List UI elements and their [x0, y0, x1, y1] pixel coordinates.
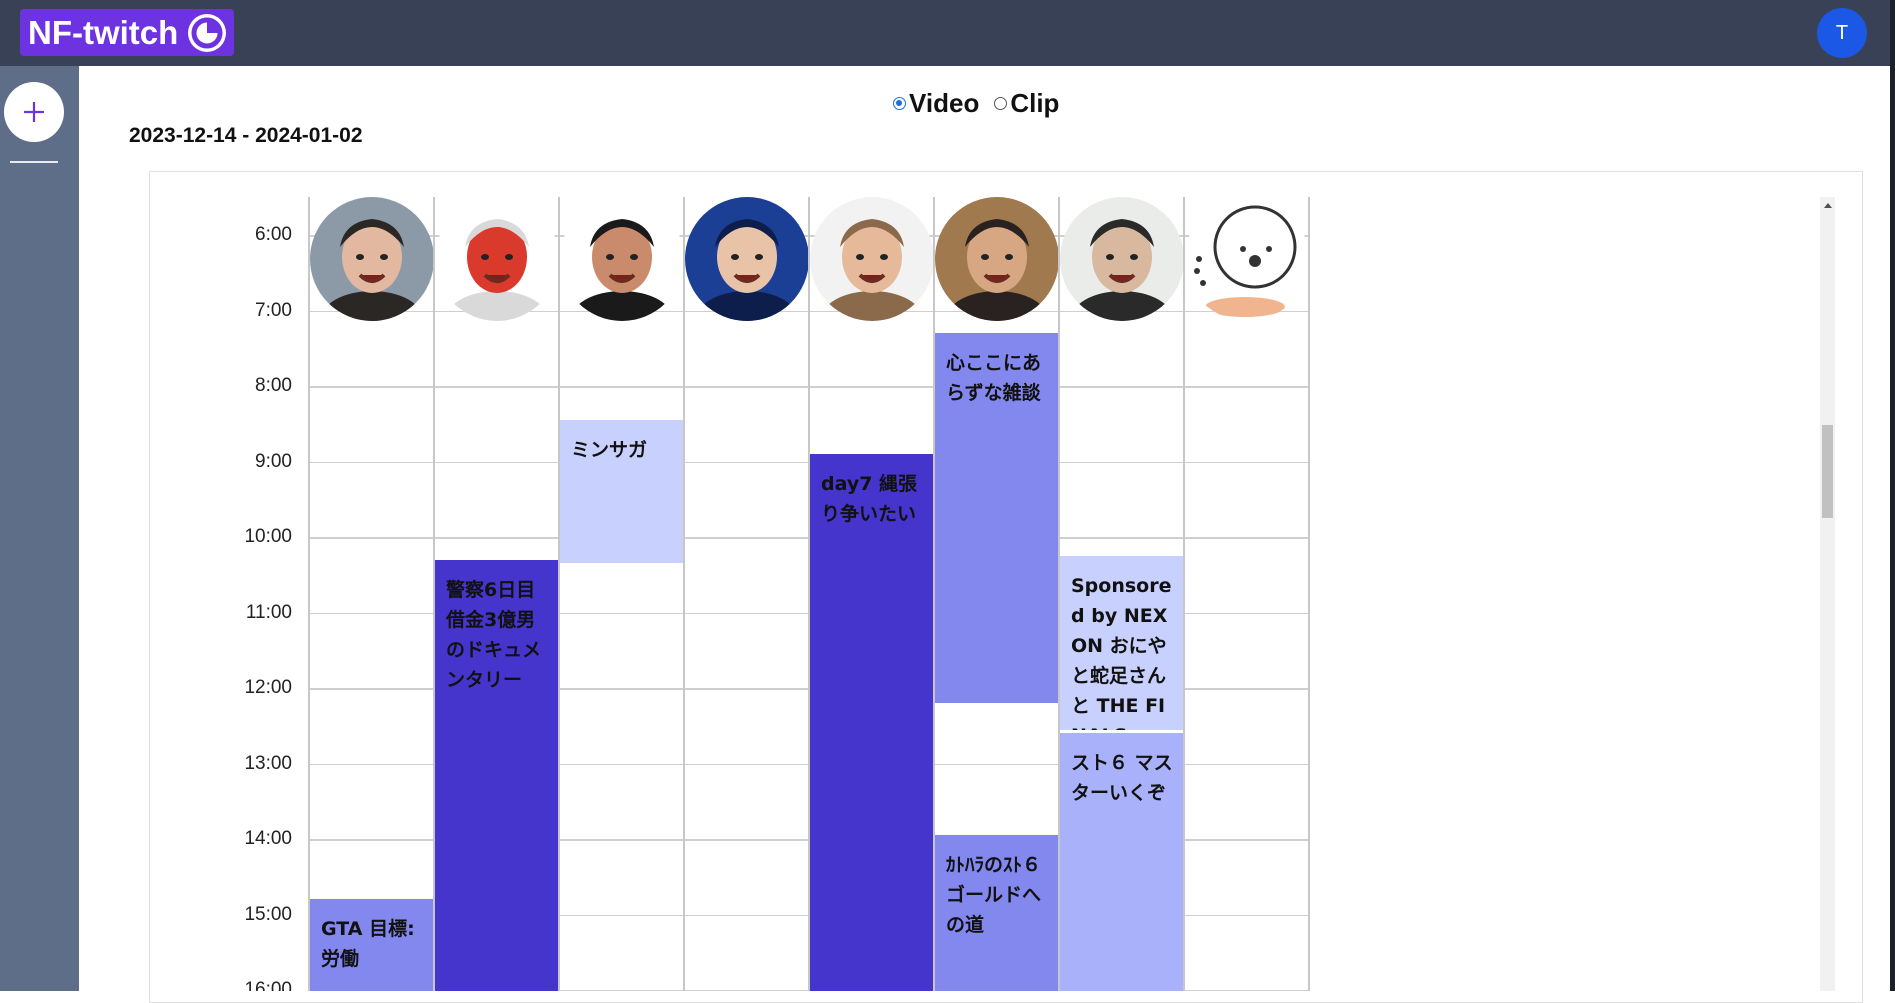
- video-radio-option[interactable]: Video: [893, 88, 979, 119]
- clip-radio-option[interactable]: Clip: [994, 88, 1059, 119]
- clip-label: Clip: [1010, 88, 1060, 118]
- window-edge: [1890, 0, 1895, 991]
- streamer-avatar[interactable]: [685, 197, 809, 321]
- stream-event-title: ｶﾄﾊﾗのｽﾄ６ゴールドへの道: [946, 854, 1042, 937]
- column-divider: [558, 197, 560, 991]
- stream-event-title: 心ここにあらずな雑談: [946, 352, 1042, 405]
- column-divider: [308, 197, 310, 991]
- streamer-avatar[interactable]: [810, 197, 934, 321]
- stream-event-title: GTA 目標: 労働: [321, 918, 415, 971]
- time-label: 11:00: [245, 601, 292, 623]
- stream-event[interactable]: day7 縄張り争いたい: [810, 453, 934, 991]
- scrollbar[interactable]: [1820, 197, 1835, 991]
- stream-event-title: day7 縄張り争いたい: [821, 472, 918, 525]
- top-bar: NF-twitch T: [0, 0, 1895, 66]
- stream-event[interactable]: Sponsored by NEXON おにやと蛇足さんと THE FINALS: [1060, 555, 1184, 730]
- time-label: 13:00: [244, 752, 292, 774]
- stream-event[interactable]: ミンサガ: [560, 419, 684, 564]
- streamer-avatar[interactable]: [1060, 197, 1184, 321]
- sidebar: [0, 66, 79, 991]
- stream-event[interactable]: 心ここにあらずな雑談: [935, 333, 1059, 704]
- time-label: 9:00: [255, 450, 292, 472]
- stream-event[interactable]: 警察6日目 借金3億男のドキュメンタリー: [435, 559, 559, 991]
- time-label: 10:00: [244, 526, 292, 547]
- stream-event-title: 警察6日目 借金3億男のドキュメンタリー: [446, 578, 542, 691]
- stream-event-title: スト６ マスターいくぞ: [1071, 752, 1173, 805]
- app-logo[interactable]: NF-twitch: [20, 9, 235, 56]
- column-divider: [683, 197, 685, 991]
- video-radio[interactable]: [893, 97, 906, 110]
- stream-event-title: ミンサガ: [571, 438, 648, 461]
- plus-icon: [24, 102, 44, 122]
- schedule-grid: 6:00 7:00 8:00 9:00 10:00 11:00 12:00 13:00 14:0…: [230, 197, 1310, 991]
- video-label: Video: [909, 88, 980, 118]
- time-label: 14:00: [244, 828, 292, 849]
- mode-toggle: Video Clip: [893, 88, 1074, 119]
- streamer-avatar[interactable]: [560, 197, 684, 321]
- date-range: 2023-12-14 - 2024-01-02: [129, 124, 363, 147]
- scroll-up-arrow-icon[interactable]: [1824, 203, 1832, 208]
- add-button[interactable]: [4, 82, 64, 142]
- stream-event[interactable]: GTA 目標: 労働: [310, 899, 434, 991]
- stream-event[interactable]: スト６ マスターいくぞ: [1060, 733, 1184, 991]
- column-divider: [1308, 197, 1310, 991]
- stream-event[interactable]: ｶﾄﾊﾗのｽﾄ６ゴールドへの道: [935, 835, 1059, 991]
- clip-radio[interactable]: [994, 97, 1008, 110]
- streamer-avatar[interactable]: [310, 197, 434, 321]
- column-divider: [1183, 197, 1185, 991]
- user-avatar-button[interactable]: T: [1817, 8, 1867, 58]
- streamer-avatar[interactable]: [935, 197, 1059, 321]
- stream-event-title: Sponsored by NEXON おにやと蛇足さんと THE FINALS: [1071, 574, 1172, 730]
- time-label: 6:00: [255, 224, 292, 245]
- clock-icon: [188, 13, 227, 52]
- time-label: 7:00: [255, 299, 292, 321]
- app-title: NF-twitch: [28, 13, 179, 51]
- scrollbar-thumb[interactable]: [1822, 425, 1833, 518]
- time-label: 12:00: [244, 677, 292, 698]
- time-label: 16:00: [244, 979, 292, 991]
- streamer-avatar[interactable]: [435, 197, 559, 321]
- sidebar-divider: [10, 161, 58, 163]
- user-initial: T: [1835, 21, 1849, 44]
- streamer-avatar[interactable]: [1185, 197, 1309, 321]
- time-label: 8:00: [255, 375, 292, 396]
- time-label: 15:00: [244, 903, 292, 925]
